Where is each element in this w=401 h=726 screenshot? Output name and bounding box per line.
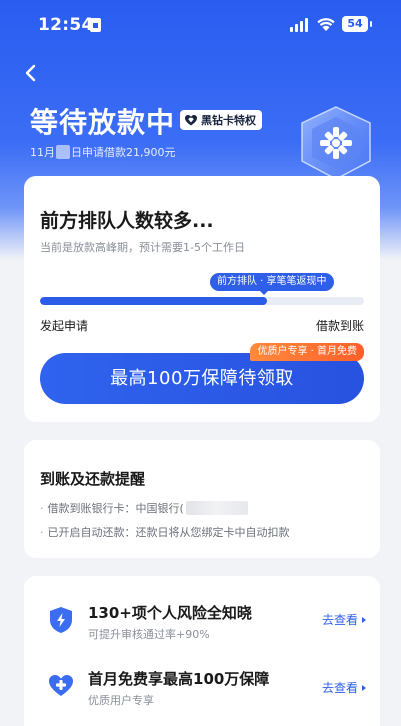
queue-subtitle: 当前是放款高峰期，预计需要1-5个工作日	[40, 241, 245, 254]
reminder-card: 到账及还款提醒 · 借款到账银行卡：中国银行( · 已开启自动还款：还款日将从您…	[24, 440, 380, 558]
back-button[interactable]	[20, 62, 42, 84]
feature-subtitle: 可提升审核通过率+90%	[88, 628, 210, 641]
feature-row-protection[interactable]: 首月免费享最高100万保障 优质用户专享 去查看	[24, 658, 380, 718]
sim-icon	[90, 18, 101, 32]
shield-emblem-icon	[296, 105, 376, 181]
heart-plus-icon	[48, 672, 74, 700]
view-link[interactable]: 去查看	[322, 611, 366, 628]
feature-title: 首月免费享最高100万保障	[88, 670, 270, 688]
view-link[interactable]: 去查看	[322, 679, 366, 696]
privilege-badge: 黑钻卡特权	[180, 110, 262, 130]
progress-start-label: 发起申请	[40, 319, 89, 333]
feature-subtitle: 优质用户专享	[88, 694, 154, 707]
progress-end-label: 借款到账	[315, 319, 364, 333]
privilege-badge-label: 黑钻卡特权	[201, 114, 256, 127]
feature-row-risk[interactable]: 130+项个人风险全知晓 可提升审核通过率+90% 去查看	[24, 590, 380, 650]
page-title: 等待放款中	[30, 106, 176, 139]
feature-card: 130+项个人风险全知晓 可提升审核通过率+90% 去查看 首月免费享最高100…	[24, 576, 380, 726]
reminder-bank-text: 借款到账银行卡：中国银行(	[47, 502, 184, 515]
redacted-day	[56, 145, 70, 159]
apply-amount-text: 日申请借款21,900元	[71, 146, 176, 159]
reminder-autopay-line: · 已开启自动还款：还款日将从您绑定卡中自动扣款	[40, 524, 290, 540]
feature-title: 130+项个人风险全知晓	[88, 604, 252, 622]
caret-right-icon	[362, 616, 366, 623]
diamond-heart-icon	[185, 115, 197, 126]
queue-title: 前方排队人数较多...	[40, 210, 214, 232]
progress-tooltip: 前方排队 · 享笔笔返现中	[210, 273, 334, 295]
view-link-label: 去查看	[321, 681, 358, 695]
apply-info: 11月 日申请借款21,900元	[30, 144, 176, 160]
signal-icon	[290, 18, 310, 32]
status-time: 12:54	[38, 15, 94, 35]
progress-fill	[40, 297, 267, 305]
promo-tag: 优质户专享 · 首月免费	[250, 343, 364, 361]
chevron-left-icon	[25, 64, 36, 82]
bullet-icon: ·	[40, 501, 44, 515]
reminder-autopay-text: 已开启自动还款：还款日将从您绑定卡中自动扣款	[47, 526, 290, 539]
progress-bar	[40, 297, 364, 305]
view-link-label: 去查看	[321, 613, 358, 627]
bullet-icon: ·	[40, 525, 44, 539]
apply-date-prefix: 11月	[30, 146, 55, 159]
caret-right-icon	[362, 684, 366, 691]
redacted-card-number	[185, 501, 248, 515]
reminder-title: 到账及还款提醒	[40, 470, 146, 488]
wifi-icon	[317, 17, 335, 36]
reminder-bank-line: · 借款到账银行卡：中国银行(	[40, 500, 248, 516]
loan-status-card: 前方排队人数较多... 当前是放款高峰期，预计需要1-5个工作日 前方排队 · …	[24, 176, 380, 422]
shield-bolt-icon	[48, 606, 74, 634]
status-bar: 12:54 54	[0, 0, 401, 50]
battery-indicator: 54	[342, 16, 372, 32]
